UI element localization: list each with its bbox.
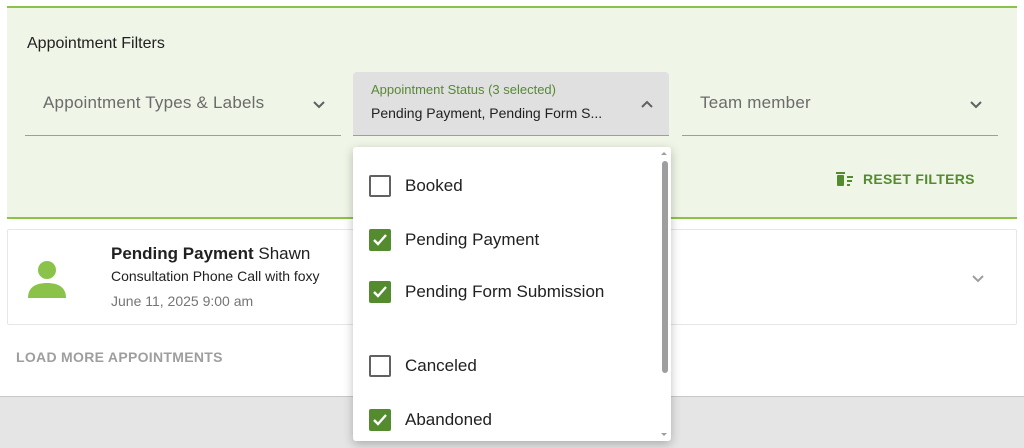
checkbox[interactable] <box>369 355 391 377</box>
checkbox[interactable] <box>369 175 391 197</box>
chevron-down-icon[interactable] <box>970 270 986 286</box>
reset-filters-label: RESET FILTERS <box>863 171 975 187</box>
appointment-datetime: June 11, 2025 9:00 am <box>111 293 254 309</box>
dropdown-scrollbar[interactable] <box>657 147 671 441</box>
appointment-client-name: Shawn <box>258 244 311 263</box>
person-icon <box>28 261 66 298</box>
checkbox[interactable] <box>369 281 391 303</box>
scrollbar-thumb[interactable] <box>662 161 668 373</box>
check-icon <box>373 234 387 246</box>
chevron-down-icon <box>970 101 982 109</box>
chevron-down-icon <box>313 101 325 109</box>
checkbox[interactable] <box>369 409 391 431</box>
status-option-label: Booked <box>405 176 463 195</box>
team-member-select[interactable]: Team member <box>682 72 998 136</box>
check-icon <box>373 414 387 426</box>
status-option-label: Abandoned <box>405 410 492 429</box>
appointment-types-select[interactable]: Appointment Types & Labels <box>25 72 341 136</box>
reset-filters-button[interactable]: RESET FILTERS <box>835 170 975 188</box>
appointment-title: Pending Payment Shawn <box>111 244 310 264</box>
appointment-types-label: Appointment Types & Labels <box>43 93 265 112</box>
team-member-label: Team member <box>700 93 811 112</box>
scroll-down-arrow-icon[interactable] <box>659 431 669 439</box>
filters-title: Appointment Filters <box>27 35 165 52</box>
chevron-up-icon <box>641 100 653 108</box>
appointment-status-dropdown[interactable]: Booked Pending Payment Pending Form Subm… <box>353 147 671 441</box>
appointment-status-value: Pending Payment, Pending Form S... <box>371 105 603 121</box>
scroll-up-arrow-icon[interactable] <box>659 149 669 157</box>
appointment-status-caption: Appointment Status (3 selected) <box>371 82 556 97</box>
status-option-label: Canceled <box>405 356 477 375</box>
appointment-description: Consultation Phone Call with foxy <box>111 268 320 284</box>
status-option-label: Pending Form Submission <box>405 282 605 301</box>
check-icon <box>373 286 387 298</box>
appointment-status-select[interactable]: Appointment Status (3 selected) Pending … <box>353 72 669 136</box>
status-option-label: Pending Payment <box>405 230 540 249</box>
load-more-appointments-button[interactable]: LOAD MORE APPOINTMENTS <box>16 349 223 365</box>
checkbox[interactable] <box>369 229 391 251</box>
appointment-status: Pending Payment <box>111 244 254 263</box>
trash-filter-icon <box>836 172 853 186</box>
